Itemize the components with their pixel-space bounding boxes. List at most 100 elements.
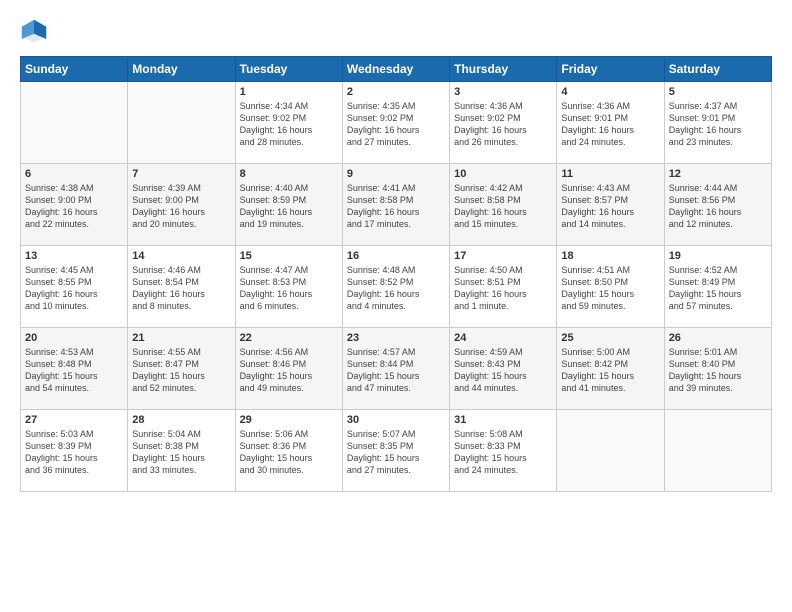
calendar-cell: 9 Sunrise: 4:41 AM Sunset: 8:58 PM Daylig… (342, 164, 449, 246)
cell-text: Sunrise: 5:08 AM Sunset: 8:33 PM Dayligh… (454, 428, 552, 477)
cell-text: Sunrise: 4:43 AM Sunset: 8:57 PM Dayligh… (561, 182, 659, 231)
calendar-cell: 18 Sunrise: 4:51 AM Sunset: 8:50 PM Dayli… (557, 246, 664, 328)
day-number: 5 (669, 86, 767, 98)
calendar-cell: 14 Sunrise: 4:46 AM Sunset: 8:54 PM Dayli… (128, 246, 235, 328)
day-number: 22 (240, 332, 338, 344)
calendar-week-row: 20 Sunrise: 4:53 AM Sunset: 8:48 PM Dayli… (21, 328, 772, 410)
calendar-cell: 10Sunrise: 4:42 AM Sunset: 8:58 PM Dayli… (450, 164, 557, 246)
day-number: 18 (561, 250, 659, 262)
cell-text: Sunrise: 4:44 AM Sunset: 8:56 PM Dayligh… (669, 182, 767, 231)
day-number: 27 (25, 414, 123, 426)
day-number: 13 (25, 250, 123, 262)
day-number: 19 (669, 250, 767, 262)
day-number: 10 (454, 168, 552, 180)
calendar-cell: 31 Sunrise: 5:08 AM Sunset: 8:33 PM Dayli… (450, 410, 557, 492)
calendar-cell: 27 Sunrise: 5:03 AM Sunset: 8:39 PM Dayli… (21, 410, 128, 492)
calendar-cell (128, 82, 235, 164)
calendar-cell: 7 Sunrise: 4:39 AM Sunset: 9:00 PM Daylig… (128, 164, 235, 246)
calendar-cell: 15 Sunrise: 4:47 AM Sunset: 8:53 PM Dayli… (235, 246, 342, 328)
day-number: 11 (561, 168, 659, 180)
calendar-cell: 1Sunrise: 4:34 AM Sunset: 9:02 PM Daylig… (235, 82, 342, 164)
calendar-cell: 30Sunrise: 5:07 AM Sunset: 8:35 PM Dayli… (342, 410, 449, 492)
calendar-header-friday: Friday (557, 57, 664, 82)
calendar-header-thursday: Thursday (450, 57, 557, 82)
calendar-cell: 12 Sunrise: 4:44 AM Sunset: 8:56 PM Dayli… (664, 164, 771, 246)
calendar-cell: 13 Sunrise: 4:45 AM Sunset: 8:55 PM Dayli… (21, 246, 128, 328)
day-number: 2 (347, 86, 445, 98)
day-number: 20 (25, 332, 123, 344)
calendar-header-row: SundayMondayTuesdayWednesdayThursdayFrid… (21, 57, 772, 82)
day-number: 14 (132, 250, 230, 262)
day-number: 17 (454, 250, 552, 262)
calendar-cell (664, 410, 771, 492)
day-number: 3 (454, 86, 552, 98)
cell-text: Sunrise: 4:37 AM Sunset: 9:01 PM Dayligh… (669, 100, 767, 149)
cell-text: Sunrise: 4:41 AM Sunset: 8:58 PM Dayligh… (347, 182, 445, 231)
cell-text: Sunrise: 4:45 AM Sunset: 8:55 PM Dayligh… (25, 264, 123, 313)
cell-text: Sunrise: 4:35 AM Sunset: 9:02 PM Dayligh… (347, 100, 445, 149)
day-number: 9 (347, 168, 445, 180)
day-number: 15 (240, 250, 338, 262)
cell-text: Sunrise: 4:36 AM Sunset: 9:02 PM Dayligh… (454, 100, 552, 149)
day-number: 31 (454, 414, 552, 426)
calendar-header-wednesday: Wednesday (342, 57, 449, 82)
cell-text: Sunrise: 5:03 AM Sunset: 8:39 PM Dayligh… (25, 428, 123, 477)
calendar-cell: 4Sunrise: 4:36 AM Sunset: 9:01 PM Daylig… (557, 82, 664, 164)
calendar-header-monday: Monday (128, 57, 235, 82)
calendar-cell: 8Sunrise: 4:40 AM Sunset: 8:59 PM Daylig… (235, 164, 342, 246)
calendar-week-row: 13 Sunrise: 4:45 AM Sunset: 8:55 PM Dayli… (21, 246, 772, 328)
calendar-cell: 5 Sunrise: 4:37 AM Sunset: 9:01 PM Daylig… (664, 82, 771, 164)
calendar-header-saturday: Saturday (664, 57, 771, 82)
day-number: 12 (669, 168, 767, 180)
cell-text: Sunrise: 5:00 AM Sunset: 8:42 PM Dayligh… (561, 346, 659, 395)
calendar-cell: 25 Sunrise: 5:00 AM Sunset: 8:42 PM Dayli… (557, 328, 664, 410)
cell-text: Sunrise: 4:39 AM Sunset: 9:00 PM Dayligh… (132, 182, 230, 231)
calendar-cell: 2 Sunrise: 4:35 AM Sunset: 9:02 PM Daylig… (342, 82, 449, 164)
calendar-cell: 11 Sunrise: 4:43 AM Sunset: 8:57 PM Dayli… (557, 164, 664, 246)
cell-text: Sunrise: 4:57 AM Sunset: 8:44 PM Dayligh… (347, 346, 445, 395)
calendar-cell: 21Sunrise: 4:55 AM Sunset: 8:47 PM Dayli… (128, 328, 235, 410)
calendar-cell: 19 Sunrise: 4:52 AM Sunset: 8:49 PM Dayli… (664, 246, 771, 328)
day-number: 30 (347, 414, 445, 426)
calendar-week-row: 27 Sunrise: 5:03 AM Sunset: 8:39 PM Dayli… (21, 410, 772, 492)
cell-text: Sunrise: 4:46 AM Sunset: 8:54 PM Dayligh… (132, 264, 230, 313)
cell-text: Sunrise: 4:52 AM Sunset: 8:49 PM Dayligh… (669, 264, 767, 313)
cell-text: Sunrise: 4:53 AM Sunset: 8:48 PM Dayligh… (25, 346, 123, 395)
cell-text: Sunrise: 4:34 AM Sunset: 9:02 PM Dayligh… (240, 100, 338, 149)
calendar-cell: 26 Sunrise: 5:01 AM Sunset: 8:40 PM Dayli… (664, 328, 771, 410)
calendar-cell: 3 Sunrise: 4:36 AM Sunset: 9:02 PM Daylig… (450, 82, 557, 164)
header (20, 18, 772, 46)
cell-text: Sunrise: 4:38 AM Sunset: 9:00 PM Dayligh… (25, 182, 123, 231)
page: SundayMondayTuesdayWednesdayThursdayFrid… (0, 0, 792, 612)
day-number: 7 (132, 168, 230, 180)
calendar-cell: 16 Sunrise: 4:48 AM Sunset: 8:52 PM Dayli… (342, 246, 449, 328)
cell-text: Sunrise: 4:56 AM Sunset: 8:46 PM Dayligh… (240, 346, 338, 395)
calendar-week-row: 6 Sunrise: 4:38 AM Sunset: 9:00 PM Daylig… (21, 164, 772, 246)
calendar-header-tuesday: Tuesday (235, 57, 342, 82)
cell-text: Sunrise: 4:59 AM Sunset: 8:43 PM Dayligh… (454, 346, 552, 395)
calendar-table: SundayMondayTuesdayWednesdayThursdayFrid… (20, 56, 772, 492)
calendar-cell (21, 82, 128, 164)
cell-text: Sunrise: 4:55 AM Sunset: 8:47 PM Dayligh… (132, 346, 230, 395)
calendar-header-sunday: Sunday (21, 57, 128, 82)
calendar-cell: 23Sunrise: 4:57 AM Sunset: 8:44 PM Dayli… (342, 328, 449, 410)
cell-text: Sunrise: 4:51 AM Sunset: 8:50 PM Dayligh… (561, 264, 659, 313)
calendar-cell (557, 410, 664, 492)
calendar-cell: 6 Sunrise: 4:38 AM Sunset: 9:00 PM Daylig… (21, 164, 128, 246)
day-number: 26 (669, 332, 767, 344)
day-number: 25 (561, 332, 659, 344)
day-number: 16 (347, 250, 445, 262)
cell-text: Sunrise: 5:06 AM Sunset: 8:36 PM Dayligh… (240, 428, 338, 477)
day-number: 24 (454, 332, 552, 344)
calendar-cell: 29Sunrise: 5:06 AM Sunset: 8:36 PM Dayli… (235, 410, 342, 492)
cell-text: Sunrise: 4:40 AM Sunset: 8:59 PM Dayligh… (240, 182, 338, 231)
cell-text: Sunrise: 5:01 AM Sunset: 8:40 PM Dayligh… (669, 346, 767, 395)
cell-text: Sunrise: 4:47 AM Sunset: 8:53 PM Dayligh… (240, 264, 338, 313)
calendar-cell: 22 Sunrise: 4:56 AM Sunset: 8:46 PM Dayli… (235, 328, 342, 410)
calendar-week-row: 1Sunrise: 4:34 AM Sunset: 9:02 PM Daylig… (21, 82, 772, 164)
day-number: 6 (25, 168, 123, 180)
cell-text: Sunrise: 4:48 AM Sunset: 8:52 PM Dayligh… (347, 264, 445, 313)
logo-icon (20, 18, 48, 46)
cell-text: Sunrise: 4:36 AM Sunset: 9:01 PM Dayligh… (561, 100, 659, 149)
calendar-cell: 20 Sunrise: 4:53 AM Sunset: 8:48 PM Dayli… (21, 328, 128, 410)
